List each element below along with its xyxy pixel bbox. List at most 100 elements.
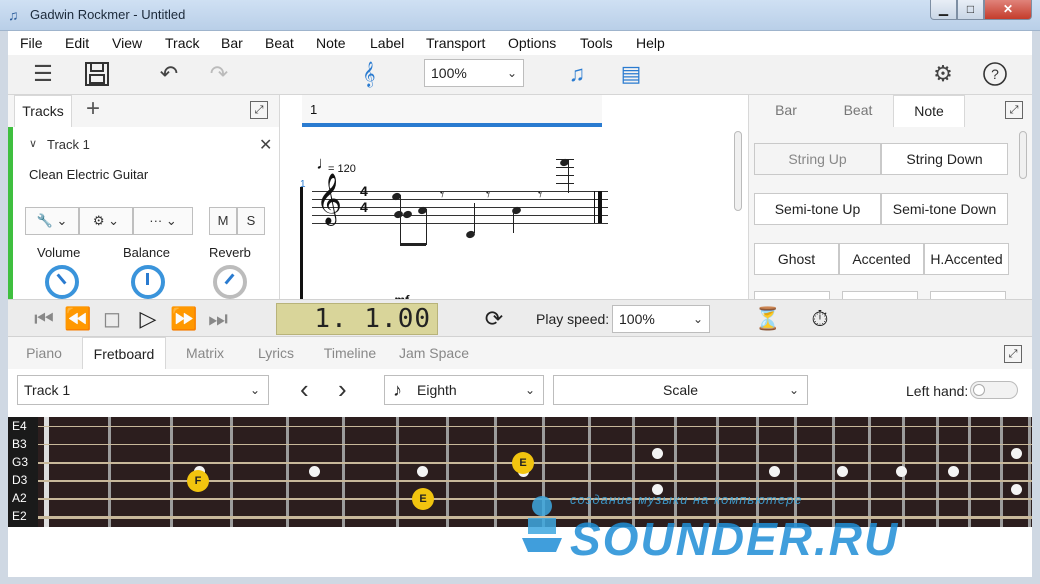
semitone-up-button[interactable]: Semi-tone Up	[754, 193, 881, 225]
solo-button[interactable]: S	[237, 207, 265, 235]
menu-file[interactable]: File	[20, 35, 43, 51]
fret	[170, 417, 173, 527]
volume-knob[interactable]	[45, 265, 79, 299]
menu-label[interactable]: Label	[370, 35, 404, 51]
string-down-button[interactable]: String Down	[881, 143, 1008, 175]
tab-bar[interactable]: Bar	[761, 95, 811, 127]
menu-edit[interactable]: Edit	[65, 35, 89, 51]
chevron-down-icon: ⌄	[524, 383, 535, 397]
fretboard-note[interactable]: E	[412, 488, 434, 510]
effects-button[interactable]: ⚙ ⌄	[79, 207, 133, 235]
reverb-knob[interactable]	[213, 265, 247, 299]
tab-note[interactable]: Note	[893, 95, 965, 127]
string-names-column: E4 B3 G3 D3 A2 E2	[8, 417, 38, 527]
window-title: Gadwin Rockmer - Untitled	[30, 7, 186, 22]
string-up-button[interactable]: String Up	[754, 143, 881, 175]
fast-forward-icon[interactable]: ⏩	[170, 305, 198, 333]
fret	[1028, 417, 1031, 527]
menu-beat[interactable]: Beat	[265, 35, 294, 51]
previous-arrow-icon[interactable]: ‹	[300, 375, 320, 405]
heavy-accented-button[interactable]: H.Accented	[924, 243, 1009, 275]
minimize-button[interactable]: ▁	[930, 0, 957, 20]
menu-view[interactable]: View	[112, 35, 142, 51]
partial-button[interactable]	[930, 291, 1006, 299]
tab-matrix[interactable]: Matrix	[174, 337, 236, 369]
loop-icon[interactable]: ⟳	[480, 305, 508, 333]
rewind-icon[interactable]: ⏪	[64, 305, 92, 333]
partial-button[interactable]	[754, 291, 830, 299]
next-arrow-icon[interactable]: ›	[338, 375, 358, 405]
balance-knob[interactable]	[131, 265, 165, 299]
menu-note[interactable]: Note	[316, 35, 346, 51]
measure-ruler: 1	[302, 95, 602, 127]
close-window-button[interactable]: ✕	[984, 0, 1032, 20]
add-track-icon[interactable]: +	[86, 97, 110, 121]
semitone-down-button[interactable]: Semi-tone Down	[881, 193, 1008, 225]
partial-button[interactable]	[842, 291, 918, 299]
instrument-name[interactable]: Clean Electric Guitar	[29, 167, 148, 182]
menu-options[interactable]: Options	[508, 35, 556, 51]
panel-scrollbar[interactable]	[1019, 131, 1027, 179]
guitar-string	[38, 426, 1032, 427]
tab-piano[interactable]: Piano	[18, 337, 70, 369]
ghost-button[interactable]: Ghost	[754, 243, 839, 275]
duration-select[interactable]: ♪ Eighth ⌄	[384, 375, 544, 405]
play-speed-select[interactable]: 100% ⌄	[612, 305, 710, 333]
go-to-start-icon[interactable]: ⏮	[30, 305, 58, 333]
fretboard-note[interactable]: E	[512, 452, 534, 474]
fret	[446, 417, 449, 527]
go-to-end-icon[interactable]: ⏭	[204, 305, 232, 333]
menu-track[interactable]: Track	[165, 35, 199, 51]
more-options-button[interactable]: ··· ⌄	[133, 207, 193, 235]
wrench-settings-button[interactable]: 🔧 ⌄	[25, 207, 79, 235]
tab-jam-space[interactable]: Jam Space	[396, 337, 472, 369]
stop-icon[interactable]: ◻	[98, 305, 126, 333]
tab-beat[interactable]: Beat	[833, 95, 883, 127]
expand-panel-icon[interactable]: ⤢	[1004, 345, 1022, 363]
expand-panel-icon[interactable]: ⤢	[250, 101, 268, 119]
left-hand-toggle[interactable]	[970, 381, 1018, 399]
count-in-timer-icon[interactable]: ⏱	[806, 305, 834, 333]
ledger-line	[556, 183, 574, 184]
collapse-chevron-icon[interactable]: ∨	[29, 137, 37, 150]
score-view-icon[interactable]: ♫	[562, 59, 592, 89]
treble-clef-icon: 𝄞	[316, 174, 343, 223]
save-icon[interactable]	[82, 59, 112, 89]
menu-bar-item[interactable]: Bar	[221, 35, 243, 51]
tab-lyrics[interactable]: Lyrics	[248, 337, 304, 369]
hamburger-menu-icon[interactable]: ☰	[28, 59, 58, 89]
redo-icon[interactable]: ↷	[204, 59, 234, 89]
tab-timeline[interactable]: Timeline	[314, 337, 386, 369]
track-name[interactable]: Track 1	[47, 137, 90, 152]
settings-gear-icon[interactable]: ⚙	[928, 59, 958, 89]
play-speed-value: 100%	[619, 311, 655, 327]
fret-marker-dot	[769, 466, 780, 477]
undo-icon[interactable]: ↶	[154, 59, 184, 89]
menu-help[interactable]: Help	[636, 35, 665, 51]
score-view[interactable]: 1 ♩ = 120 1 𝄞 4 4 𝄾 𝄾 𝄾	[280, 95, 748, 330]
menu-transport[interactable]: Transport	[426, 35, 485, 51]
expand-panel-icon[interactable]: ⤢	[1005, 101, 1023, 119]
scale-select[interactable]: Scale ⌄	[553, 375, 808, 405]
zoom-select[interactable]: 100% ⌄	[424, 59, 524, 87]
string-label: E4	[12, 419, 27, 433]
note-head[interactable]	[402, 209, 413, 220]
eighth-rest-icon: 𝄾	[538, 187, 543, 204]
score-scrollbar[interactable]	[734, 131, 742, 211]
tab-tracks[interactable]: Tracks	[14, 95, 72, 127]
close-track-icon[interactable]: ✕	[259, 135, 272, 155]
track-select[interactable]: Track 1 ⌄	[17, 375, 269, 405]
maximize-button[interactable]: □	[957, 0, 984, 20]
balance-label: Balance	[123, 245, 170, 260]
accented-button[interactable]: Accented	[839, 243, 924, 275]
mute-button[interactable]: M	[209, 207, 237, 235]
tab-view-icon[interactable]: ▤	[616, 59, 646, 89]
help-icon[interactable]: ?	[980, 59, 1010, 89]
metronome-icon[interactable]: ⏳	[754, 305, 782, 333]
menu-tools[interactable]: Tools	[580, 35, 613, 51]
fretboard-note[interactable]: F	[187, 470, 209, 492]
play-icon[interactable]: ▷	[134, 305, 162, 333]
select-tool-icon[interactable]: 𝄞	[354, 59, 384, 89]
tab-fretboard[interactable]: Fretboard	[82, 337, 166, 369]
dj-logo-icon	[520, 494, 564, 554]
